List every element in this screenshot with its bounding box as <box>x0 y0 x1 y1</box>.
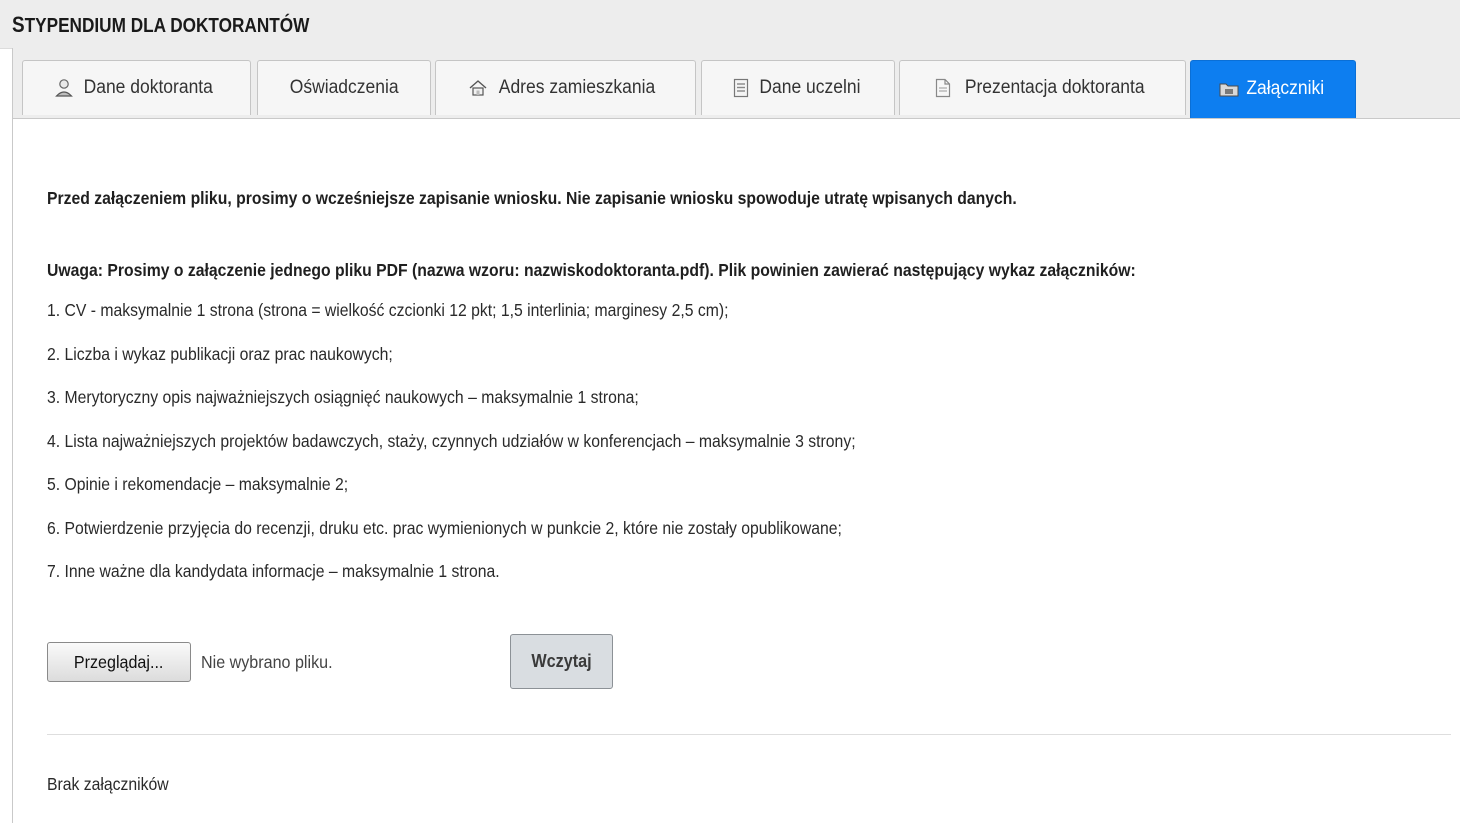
tab-prezentacja-doktoranta[interactable]: Prezentacja doktoranta <box>899 60 1186 115</box>
list-item: 2. Liczba i wykaz publikacji oraz prac n… <box>47 343 393 364</box>
attachments-empty-state: Brak załączników <box>47 774 169 794</box>
page-title-rest: TYPENDIUM DLA DOKTORANTÓW <box>24 15 310 37</box>
tab-dane-doktoranta[interactable]: Dane doktoranta <box>22 60 251 115</box>
tab-label: Dane uczelni <box>759 77 861 98</box>
tab-label: Załączniki <box>1246 78 1324 99</box>
divider <box>47 734 1451 735</box>
header-bar: STYPENDIUM DLA DOKTORANTÓW <box>0 0 1460 49</box>
form-panel: Dane doktoranta Oświadczenia Adres zamie… <box>12 48 1460 823</box>
browse-file-button[interactable]: Przeglądaj... <box>47 642 191 682</box>
requirements-list: 1. CV - maksymalnie 1 strona (strona = w… <box>47 300 945 605</box>
user-icon <box>54 78 74 98</box>
home-icon <box>468 78 488 98</box>
upload-button[interactable]: Wczytaj <box>510 634 613 689</box>
tab-label: Prezentacja doktoranta <box>964 77 1145 98</box>
tab-dane-uczelni[interactable]: Dane uczelni <box>701 60 895 115</box>
page-title: STYPENDIUM DLA DOKTORANTÓW <box>12 12 309 38</box>
tab-zalaczniki[interactable]: Załączniki <box>1190 60 1356 118</box>
upload-label: Wczytaj <box>531 651 592 671</box>
browse-file-label: Przeglądaj... <box>74 651 164 672</box>
selected-file-status: Nie wybrano pliku. <box>201 652 333 672</box>
tab-label: Dane doktoranta <box>83 77 214 98</box>
document-list-icon <box>731 78 751 98</box>
pdf-notice: Uwaga: Prosimy o załączenie jednego plik… <box>47 260 1136 280</box>
page-title-initial: S <box>12 12 25 37</box>
list-item: 4. Lista najważniejszych projektów badaw… <box>47 430 856 451</box>
tab-adres-zamieszkania[interactable]: Adres zamieszkania <box>435 60 696 115</box>
tab-label: Oświadczenia <box>289 77 399 98</box>
document-icon <box>933 78 953 98</box>
tab-bar: Dane doktoranta Oświadczenia Adres zamie… <box>13 48 1460 119</box>
tab-label: Adres zamieszkania <box>499 77 656 98</box>
list-item: 3. Merytoryczny opis najważniejszych osi… <box>47 387 639 407</box>
list-item: 1. CV - maksymalnie 1 strona (strona = w… <box>47 300 729 320</box>
save-warning: Przed załączeniem pliku, prosimy o wcześ… <box>47 188 1017 208</box>
list-item: 5. Opinie i rekomendacje – maksymalnie 2… <box>47 474 349 494</box>
tab-oswiadczenia[interactable]: Oświadczenia <box>257 60 431 115</box>
list-item: 6. Potwierdzenie przyjęcia do recenzji, … <box>47 517 842 538</box>
attachment-folder-icon <box>1219 79 1239 99</box>
list-item: 7. Inne ważne dla kandydata informacje –… <box>47 561 500 581</box>
